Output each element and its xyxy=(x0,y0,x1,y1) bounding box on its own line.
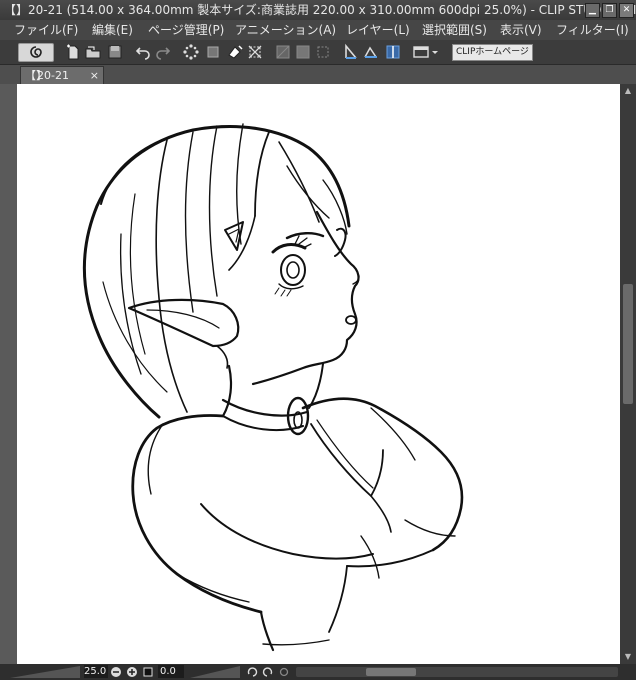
open-file-icon[interactable] xyxy=(84,43,102,61)
zoom-value[interactable]: 25.0 xyxy=(84,665,108,678)
title-bar: 【】20-21 (514.00 x 364.00mm 製本サイズ:商業誌用 22… xyxy=(0,0,636,20)
redo-icon[interactable] xyxy=(154,43,172,61)
menu-animation[interactable]: アニメーション(A) xyxy=(235,20,336,40)
zoom-in-icon[interactable] xyxy=(126,666,138,678)
tab-label: 20-21 xyxy=(37,69,69,82)
window-controls: ▁ ❐ ✕ xyxy=(585,3,634,18)
undo-icon[interactable] xyxy=(134,43,152,61)
zoom-out-icon[interactable] xyxy=(110,666,122,678)
reset-rotation-icon[interactable] xyxy=(278,666,290,678)
zoom-slider[interactable] xyxy=(10,666,80,678)
navigator-bar: 25.0 0.0 xyxy=(0,664,636,680)
vertical-scrollbar[interactable]: ▲ ▼ xyxy=(620,84,636,664)
tab-close-icon[interactable]: × xyxy=(90,67,99,84)
invert-selection-icon[interactable] xyxy=(274,43,292,61)
clear-icon[interactable] xyxy=(182,43,200,61)
line-art-drawing xyxy=(83,123,464,652)
rotate-left-icon[interactable] xyxy=(246,666,258,678)
layout-icon[interactable] xyxy=(412,43,440,61)
snap-grid-icon[interactable] xyxy=(384,43,402,61)
menu-selection[interactable]: 選択範囲(S) xyxy=(422,20,487,40)
clip-logo-icon[interactable] xyxy=(18,43,54,62)
menu-layer[interactable]: レイヤー(L) xyxy=(346,20,410,40)
fill-icon[interactable] xyxy=(204,43,222,61)
scroll-up-icon[interactable]: ▲ xyxy=(620,84,636,98)
deselect-icon[interactable] xyxy=(246,43,264,61)
restore-icon[interactable]: ❐ xyxy=(602,3,617,18)
fit-to-screen-icon[interactable] xyxy=(142,666,154,678)
rotate-right-icon[interactable] xyxy=(262,666,274,678)
scroll-down-icon[interactable]: ▼ xyxy=(620,650,636,664)
horizontal-scrollbar[interactable] xyxy=(296,667,618,677)
snap-special-ruler-icon[interactable] xyxy=(362,43,380,61)
menu-file[interactable]: ファイル(F) xyxy=(14,20,78,40)
canvas-paper[interactable] xyxy=(17,84,620,664)
close-icon[interactable]: ✕ xyxy=(619,3,634,18)
minimize-icon[interactable]: ▁ xyxy=(585,3,600,18)
new-file-icon[interactable] xyxy=(64,43,82,61)
menu-view[interactable]: 表示(V) xyxy=(500,20,542,40)
rotation-value[interactable]: 0.0 xyxy=(158,665,184,678)
menu-bar: ファイル(F) 編集(E) ページ管理(P) アニメーション(A) レイヤー(L… xyxy=(0,20,636,40)
transform-icon[interactable] xyxy=(226,43,244,61)
save-icon[interactable] xyxy=(106,43,124,61)
show-selection-icon[interactable] xyxy=(294,43,312,61)
tab-20-21[interactable]: 【】 20-21 × xyxy=(20,66,104,84)
window-title: 【】20-21 (514.00 x 364.00mm 製本サイズ:商業誌用 22… xyxy=(4,3,636,17)
menu-filter[interactable]: フィルター(I) xyxy=(556,20,629,40)
show-area-icon[interactable] xyxy=(314,43,332,61)
menu-page[interactable]: ページ管理(P) xyxy=(148,20,224,40)
canvas-area[interactable] xyxy=(0,84,636,664)
horizontal-scroll-thumb[interactable] xyxy=(366,668,416,676)
clip-home-button[interactable]: CLIPホームページ xyxy=(452,44,533,61)
vertical-scroll-thumb[interactable] xyxy=(623,284,633,404)
command-bar: CLIPホームページ xyxy=(0,40,636,65)
tab-bar: 【】 20-21 × xyxy=(0,65,636,84)
menu-edit[interactable]: 編集(E) xyxy=(92,20,133,40)
rotation-slider[interactable] xyxy=(190,666,240,678)
snap-ruler-icon[interactable] xyxy=(342,43,360,61)
